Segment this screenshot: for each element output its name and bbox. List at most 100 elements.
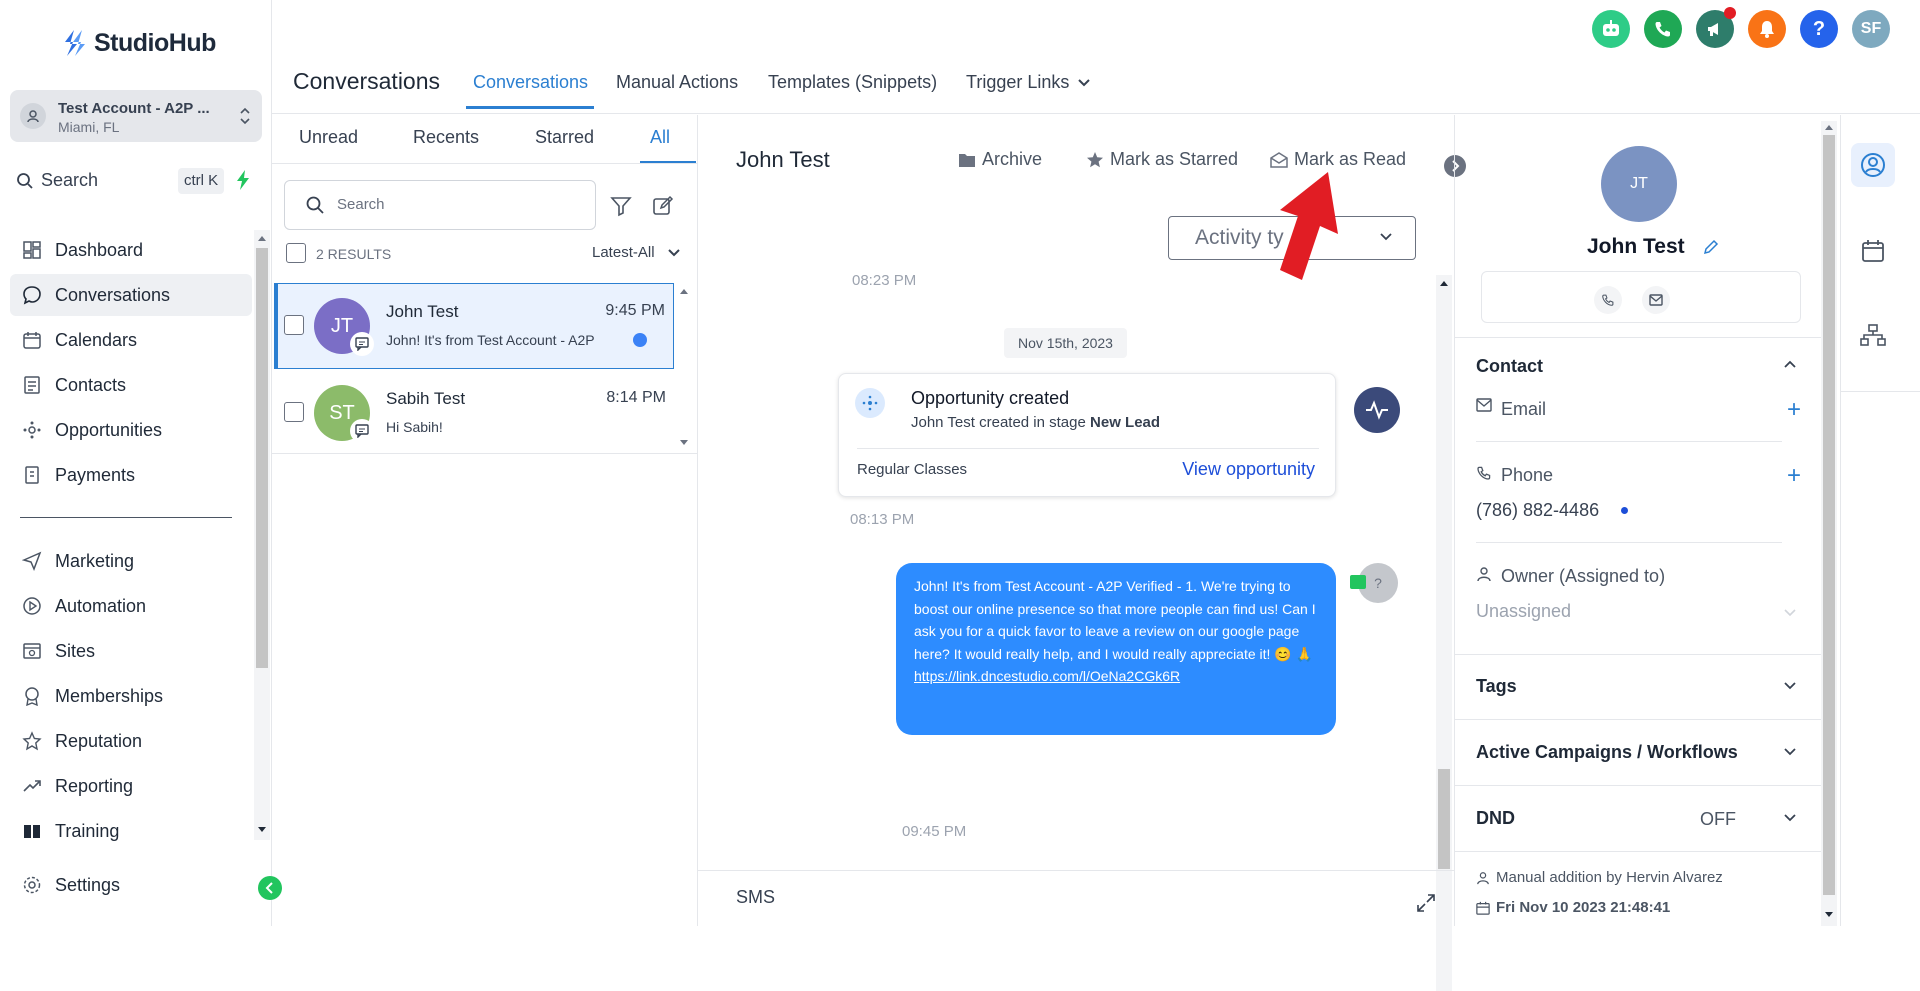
chevron-down-icon[interactable] xyxy=(1783,747,1797,757)
scrollbar-thumb[interactable] xyxy=(1438,769,1450,869)
filter-tab-starred[interactable]: Starred xyxy=(535,127,594,148)
phone-call-icon[interactable] xyxy=(1644,10,1682,48)
divider xyxy=(1841,391,1920,392)
bot-icon[interactable] xyxy=(1592,10,1630,48)
message-link[interactable]: https://link.dncestudio.com/l/OeNa2CGk6R xyxy=(914,668,1180,684)
filter-tab-recents[interactable]: Recents xyxy=(413,127,479,148)
opportunity-stage: New Lead xyxy=(1090,414,1161,431)
sidebar-item-reputation[interactable]: Reputation xyxy=(10,720,252,762)
opportunity-title: Opportunity created xyxy=(911,388,1070,408)
sidebar-item-conversations[interactable]: Conversations xyxy=(10,274,252,316)
phone-value[interactable]: (786) 882-4486 xyxy=(1476,500,1599,521)
timestamp: 09:45 PM xyxy=(902,823,967,840)
chat-scrollbar[interactable] xyxy=(1436,275,1452,991)
dnd-section-title[interactable]: DND xyxy=(1476,808,1515,829)
divider xyxy=(857,448,1319,449)
bolt-icon[interactable] xyxy=(236,170,250,190)
sidebar-item-dashboard[interactable]: Dashboard xyxy=(10,229,252,271)
conversation-search-input[interactable]: Search xyxy=(284,180,596,230)
composer-channel-tab[interactable]: SMS xyxy=(736,887,775,908)
opportunities-icon xyxy=(20,418,44,442)
sidebar-item-payments[interactable]: Payments xyxy=(10,454,252,496)
scroll-up-icon xyxy=(1439,279,1449,287)
chevron-down-icon xyxy=(1784,609,1796,617)
dnd-value: OFF xyxy=(1700,809,1736,829)
sidebar-item-calendars[interactable]: Calendars xyxy=(10,319,252,361)
sidebar-item-label: Contacts xyxy=(55,374,127,395)
scrollbar-thumb[interactable] xyxy=(256,248,268,668)
avatar: JT xyxy=(314,298,374,356)
workflow-tab[interactable] xyxy=(1851,313,1895,357)
sidebar-item-automation[interactable]: Automation xyxy=(10,585,252,627)
add-phone-button[interactable]: + xyxy=(1787,464,1801,488)
add-email-button[interactable]: + xyxy=(1787,398,1801,422)
sidebar-item-reporting[interactable]: Reporting xyxy=(10,765,252,807)
avatar-initials: ST xyxy=(329,401,355,424)
tab-trigger-links[interactable]: Trigger Links xyxy=(966,72,1091,93)
row-checkbox[interactable] xyxy=(284,315,304,335)
contact-section-title[interactable]: Contact xyxy=(1476,356,1543,377)
sidebar-item-opportunities[interactable]: Opportunities xyxy=(10,409,252,451)
chevron-up-icon[interactable] xyxy=(1783,359,1797,369)
tab-manual-actions[interactable]: Manual Actions xyxy=(616,72,738,93)
scrollbar-thumb[interactable] xyxy=(1823,135,1835,895)
email-label: Email xyxy=(1501,399,1547,419)
email-icon[interactable] xyxy=(1642,286,1670,314)
sms-icon xyxy=(350,332,374,356)
mark-starred-label: Mark as Starred xyxy=(1110,149,1239,169)
chevron-down-icon[interactable] xyxy=(1783,681,1797,691)
view-opportunity-link[interactable]: View opportunity xyxy=(1182,459,1315,480)
archive-button[interactable]: Archive xyxy=(958,149,1042,170)
conversation-row[interactable]: JT John Test John! It's from Test Accoun… xyxy=(274,283,674,369)
sort-dropdown[interactable]: Latest-All xyxy=(592,244,681,261)
appointments-tab[interactable] xyxy=(1851,229,1895,273)
edit-pencil-icon[interactable] xyxy=(1703,239,1719,255)
chevron-down-icon[interactable] xyxy=(1783,813,1797,823)
contact-scrollbar[interactable] xyxy=(1821,121,1837,926)
sidebar-item-settings[interactable]: Settings xyxy=(10,864,252,906)
select-all-checkbox[interactable] xyxy=(286,243,306,263)
search-shortcut: ctrl K xyxy=(178,168,225,194)
contact-name: John Test xyxy=(1587,235,1685,258)
help-icon[interactable]: ? xyxy=(1800,10,1838,48)
tab-conversations[interactable]: Conversations xyxy=(473,72,588,93)
sidebar-search[interactable]: Search ctrl K xyxy=(10,164,262,198)
contact-details-tab[interactable] xyxy=(1851,143,1895,187)
tab-templates[interactable]: Templates (Snippets) xyxy=(768,72,937,93)
list-scrollbar[interactable] xyxy=(676,285,692,455)
sidebar-item-contacts[interactable]: Contacts xyxy=(10,364,252,406)
account-icon xyxy=(20,103,46,129)
tags-section-title[interactable]: Tags xyxy=(1476,676,1517,697)
megaphone-icon[interactable] xyxy=(1696,7,1736,48)
phone-icon[interactable] xyxy=(1594,286,1622,314)
divider xyxy=(1455,337,1821,338)
owner-select[interactable]: Unassigned xyxy=(1476,601,1796,625)
primary-dot xyxy=(1621,507,1628,514)
account-switcher[interactable]: Test Account - A2P ... Miami, FL xyxy=(10,90,262,142)
expand-icon[interactable] xyxy=(1416,893,1436,913)
opportunity-subtitle-text: John Test created in stage xyxy=(911,414,1091,431)
sidebar-item-label: Reporting xyxy=(55,775,134,796)
app-logo[interactable]: StudioHub xyxy=(62,28,216,58)
sidebar-scrollbar[interactable] xyxy=(254,230,270,840)
person-icon xyxy=(1476,566,1492,582)
sidebar-item-sites[interactable]: Sites xyxy=(10,630,252,672)
campaigns-section-title[interactable]: Active Campaigns / Workflows xyxy=(1476,742,1738,763)
compose-icon[interactable] xyxy=(652,195,674,217)
sidebar-item-marketing[interactable]: Marketing xyxy=(10,540,252,582)
filter-tab-unread[interactable]: Unread xyxy=(299,127,358,148)
filter-icon[interactable] xyxy=(610,195,632,217)
filter-tab-all[interactable]: All xyxy=(650,127,670,148)
conversation-row[interactable]: ST Sabih Test Hi Sabih! 8:14 PM xyxy=(274,371,674,457)
user-avatar[interactable]: SF xyxy=(1852,10,1890,48)
chat-icon xyxy=(20,283,44,307)
sidebar-item-memberships[interactable]: Memberships xyxy=(10,675,252,717)
contact-quick-actions xyxy=(1481,271,1801,323)
bell-icon[interactable] xyxy=(1748,10,1786,48)
row-checkbox[interactable] xyxy=(284,402,304,422)
sidebar-item-training[interactable]: Training xyxy=(10,810,252,852)
created-date-text: Fri Nov 10 2023 21:48:41 xyxy=(1496,899,1671,916)
mark-starred-button[interactable]: Mark as Starred xyxy=(1086,149,1238,170)
scroll-up-icon xyxy=(257,234,267,242)
mark-read-button[interactable]: Mark as Read xyxy=(1270,149,1406,170)
